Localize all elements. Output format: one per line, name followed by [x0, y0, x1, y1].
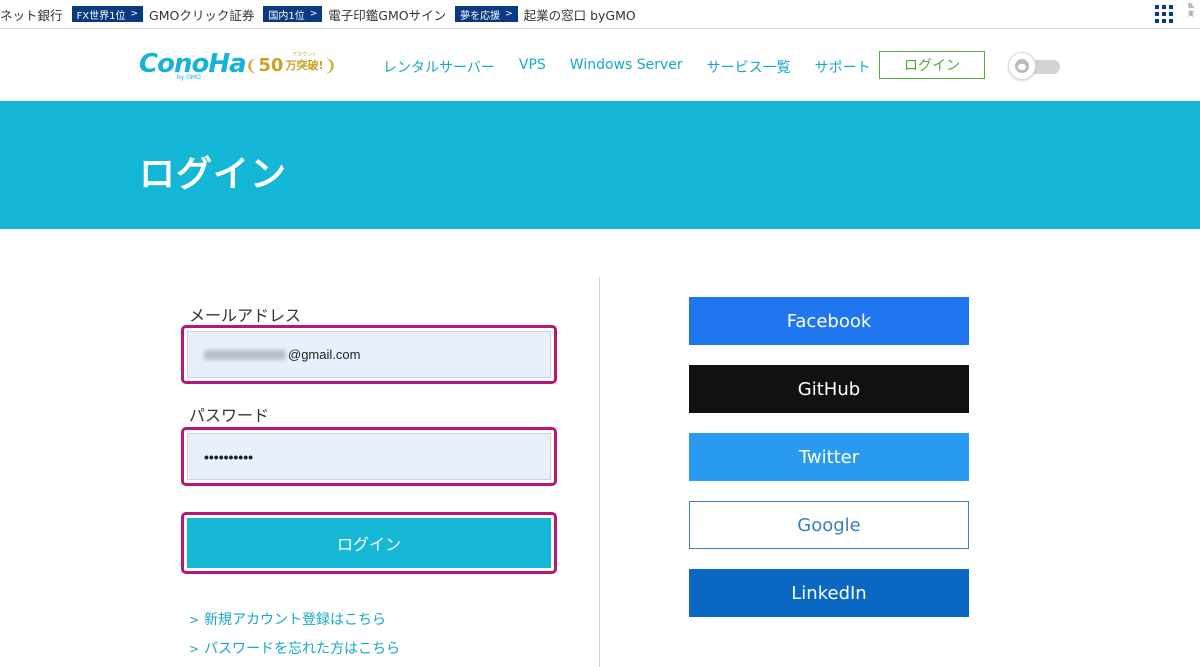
main-nav: レンタルサーバー VPS Windows Server サービス一覧 サポート — [383, 57, 895, 77]
gmo-link-net-bank[interactable]: ネット銀行 — [0, 5, 63, 24]
password-field[interactable]: •••••••••• — [187, 433, 551, 480]
page-hero: ログイン — [0, 101, 1200, 229]
email-label: メールアドレス — [189, 306, 302, 325]
nav-windows-server[interactable]: Windows Server — [570, 57, 683, 77]
mascot-icon — [1015, 59, 1029, 73]
gmo-badge-fx: FX世界1位 > — [71, 6, 144, 22]
chevron-right-icon: > — [189, 642, 200, 656]
gmo-link-startup[interactable]: 起業の窓口 byGMO — [524, 5, 636, 24]
login-submit-button[interactable]: ログイン — [187, 518, 551, 568]
theme-toggle[interactable] — [1008, 52, 1060, 80]
nav-rental-server[interactable]: レンタルサーバー — [383, 57, 495, 77]
twitter-login-button[interactable]: Twitter — [689, 433, 969, 481]
gmo-badge-domestic: 国内1位 > — [263, 6, 323, 22]
site-header: ConoHa by GMO ❨ 50 万突破! ❩ アカウント レンタルサーバー… — [0, 29, 1200, 101]
nav-vps[interactable]: VPS — [519, 57, 546, 77]
nav-support[interactable]: サポート — [815, 57, 871, 77]
page-title: ログイン — [139, 154, 288, 195]
conoha-logo[interactable]: ConoHa by GMO — [139, 49, 247, 81]
linkedin-login-button[interactable]: LinkedIn — [689, 569, 969, 617]
award-badge: ❨ 50 万突破! ❩ アカウント — [245, 52, 337, 76]
gmo-top-bar: ネット銀行 FX世界1位 > GMOクリック証券 国内1位 > 電子印鑑GMOサイン… — [0, 0, 1200, 29]
gmo-link-sign[interactable]: 電子印鑑GMOサイン — [328, 5, 446, 24]
forgot-password-link[interactable]: > パスワードを忘れた方はこちら — [189, 638, 400, 658]
password-label: パスワード — [189, 406, 270, 425]
google-login-button[interactable]: Google — [689, 501, 969, 549]
email-field[interactable]: @gmail.com — [187, 331, 551, 378]
github-login-button[interactable]: GitHub — [689, 365, 969, 413]
header-login-button[interactable]: ログイン — [879, 51, 985, 79]
signup-link[interactable]: > 新規アカウント登録はこちら — [189, 609, 386, 629]
redacted-email-user — [204, 349, 286, 360]
chevron-right-icon: > — [189, 613, 200, 627]
gmo-apps-grid-icon[interactable] — [1155, 5, 1173, 23]
gmo-corner-text: 私 実 — [1188, 3, 1195, 18]
password-field-highlight: •••••••••• — [181, 427, 557, 486]
gmo-badge-dream: 夢を応援 > — [455, 6, 518, 22]
email-field-highlight: @gmail.com — [181, 325, 557, 384]
nav-services[interactable]: サービス一覧 — [707, 57, 791, 77]
gmo-link-click-securities[interactable]: GMOクリック証券 — [149, 5, 254, 24]
facebook-login-button[interactable]: Facebook — [689, 297, 969, 345]
column-divider — [599, 277, 600, 667]
laurel-right-icon: ❩ — [323, 55, 337, 75]
submit-highlight: ログイン — [181, 512, 557, 574]
laurel-left-icon: ❨ — [245, 55, 259, 75]
